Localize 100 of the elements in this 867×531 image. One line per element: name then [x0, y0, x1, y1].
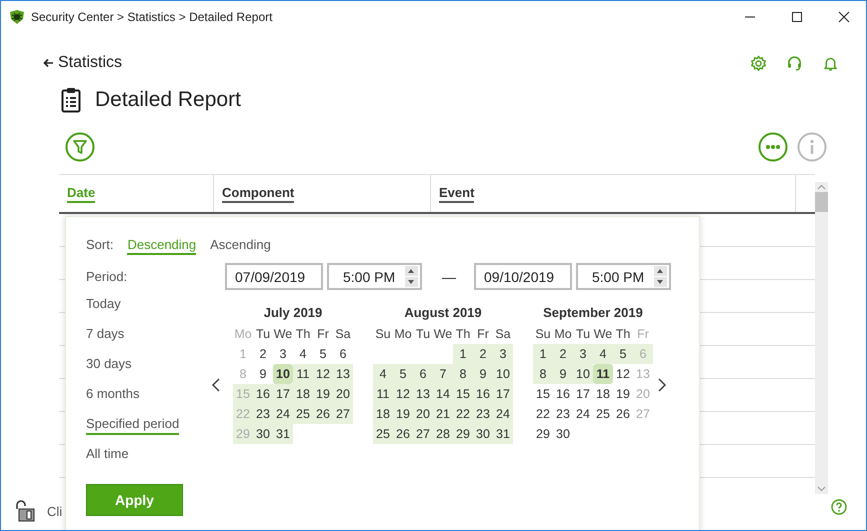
calendar-day[interactable]: 25: [593, 404, 613, 424]
calendar-day[interactable]: 2: [553, 344, 573, 364]
period-option[interactable]: 30 days: [86, 356, 132, 375]
calendar-day[interactable]: 14: [433, 384, 453, 404]
calendar-day[interactable]: 11: [373, 384, 393, 404]
calendar-day[interactable]: 5: [613, 344, 633, 364]
calendar-day[interactable]: 17: [493, 384, 513, 404]
calendar-day[interactable]: 30: [253, 424, 273, 444]
calendar-day[interactable]: 5: [313, 344, 333, 364]
scrollbar[interactable]: [815, 182, 828, 494]
calendar-day[interactable]: 23: [253, 404, 273, 424]
calendar-day[interactable]: 24: [573, 404, 593, 424]
calendar-day[interactable]: 26: [613, 404, 633, 424]
calendar-day[interactable]: 18: [293, 384, 313, 404]
spinner-icon[interactable]: [405, 266, 418, 287]
calendar-day[interactable]: 23: [473, 404, 493, 424]
calendar-day[interactable]: 7: [433, 364, 453, 384]
calendar-day[interactable]: 6: [333, 344, 353, 364]
calendar-day[interactable]: 23: [553, 404, 573, 424]
column-header[interactable]: Component: [222, 184, 294, 203]
calendar-day[interactable]: 8: [453, 364, 473, 384]
calendar-day[interactable]: 11: [293, 364, 313, 384]
calendar-day[interactable]: 25: [373, 424, 393, 444]
calendar-day[interactable]: 13: [413, 384, 433, 404]
calendar-day[interactable]: 4: [593, 344, 613, 364]
time-field[interactable]: 5:00 PM: [327, 263, 422, 290]
calendar-day[interactable]: 24: [493, 404, 513, 424]
calendar-day[interactable]: 25: [293, 404, 313, 424]
calendar-day[interactable]: 1: [533, 344, 553, 364]
calendar-day[interactable]: 27: [413, 424, 433, 444]
time-field[interactable]: 5:00 PM: [576, 263, 671, 290]
calendar-day[interactable]: 20: [333, 384, 353, 404]
calendar-day[interactable]: 26: [393, 424, 413, 444]
scroll-down-icon[interactable]: [815, 484, 828, 494]
close-icon[interactable]: [838, 10, 850, 22]
date-field[interactable]: 07/09/2019: [225, 263, 323, 290]
calendar-day[interactable]: 3: [573, 344, 593, 364]
calendar-day[interactable]: 6: [413, 364, 433, 384]
filter-icon[interactable]: [65, 132, 95, 162]
calendar-day[interactable]: 12: [313, 364, 333, 384]
calendar-day[interactable]: 19: [313, 384, 333, 404]
calendar-day[interactable]: 9: [473, 364, 493, 384]
period-option[interactable]: Specified period: [86, 416, 180, 435]
calendar-day[interactable]: 4: [373, 364, 393, 384]
calendar-day[interactable]: 10: [493, 364, 513, 384]
period-option[interactable]: All time: [86, 446, 129, 465]
calendar-day[interactable]: 22: [533, 404, 553, 424]
spinner-icon[interactable]: [654, 266, 668, 287]
calendar-day[interactable]: 13: [333, 364, 353, 384]
calendar-day[interactable]: 21: [433, 404, 453, 424]
period-option[interactable]: 6 months: [86, 386, 140, 405]
previous-month-icon[interactable]: [211, 376, 221, 392]
calendar-day[interactable]: 11: [593, 364, 613, 384]
calendar-day[interactable]: 2: [473, 344, 493, 364]
calendar-day[interactable]: 17: [573, 384, 593, 404]
info-icon[interactable]: [797, 132, 827, 162]
calendar-day[interactable]: 16: [553, 384, 573, 404]
calendar-day[interactable]: 18: [373, 404, 393, 424]
calendar-day[interactable]: 3: [493, 344, 513, 364]
calendar-day[interactable]: 16: [253, 384, 273, 404]
calendar-day[interactable]: 22: [453, 404, 473, 424]
padlock-icon[interactable]: [13, 500, 35, 522]
more-options-icon[interactable]: [758, 132, 788, 162]
calendar-day[interactable]: 9: [253, 364, 273, 384]
calendar-day[interactable]: 19: [613, 384, 633, 404]
calendar-day[interactable]: 19: [393, 404, 413, 424]
calendar-day[interactable]: 15: [453, 384, 473, 404]
headset-icon[interactable]: [786, 54, 803, 72]
back-link[interactable]: Statistics: [43, 54, 122, 72]
settings-icon[interactable]: [750, 54, 767, 72]
calendar-day[interactable]: 12: [393, 384, 413, 404]
calendar-day[interactable]: 20: [413, 404, 433, 424]
calendar-day[interactable]: 26: [313, 404, 333, 424]
next-month-icon[interactable]: [657, 376, 667, 392]
calendar-day[interactable]: 4: [293, 344, 313, 364]
column-header[interactable]: Event: [439, 184, 474, 203]
scroll-thumb[interactable]: [815, 192, 828, 212]
calendar-day[interactable]: 27: [333, 404, 353, 424]
maximize-icon[interactable]: [791, 10, 803, 22]
calendar-day[interactable]: 17: [273, 384, 293, 404]
calendar-day[interactable]: 1: [453, 344, 473, 364]
calendar-day[interactable]: 31: [273, 424, 293, 444]
calendar-day[interactable]: 18: [593, 384, 613, 404]
calendar-day[interactable]: 9: [553, 364, 573, 384]
calendar-day[interactable]: 10: [573, 364, 593, 384]
calendar-day[interactable]: 16: [473, 384, 493, 404]
scroll-up-icon[interactable]: [815, 182, 828, 192]
calendar-day[interactable]: 31: [493, 424, 513, 444]
sort-option[interactable]: Ascending: [210, 237, 271, 255]
calendar-day[interactable]: 8: [533, 364, 553, 384]
calendar-day[interactable]: 15: [533, 384, 553, 404]
calendar-day[interactable]: 28: [433, 424, 453, 444]
calendar-day[interactable]: 5: [393, 364, 413, 384]
calendar-day[interactable]: 30: [473, 424, 493, 444]
calendar-day[interactable]: 10: [273, 364, 293, 384]
date-field[interactable]: 09/10/2019: [474, 263, 572, 290]
calendar-day[interactable]: 24: [273, 404, 293, 424]
calendar-day[interactable]: 29: [453, 424, 473, 444]
calendar-day[interactable]: 30: [553, 424, 573, 444]
calendar-day[interactable]: 12: [613, 364, 633, 384]
